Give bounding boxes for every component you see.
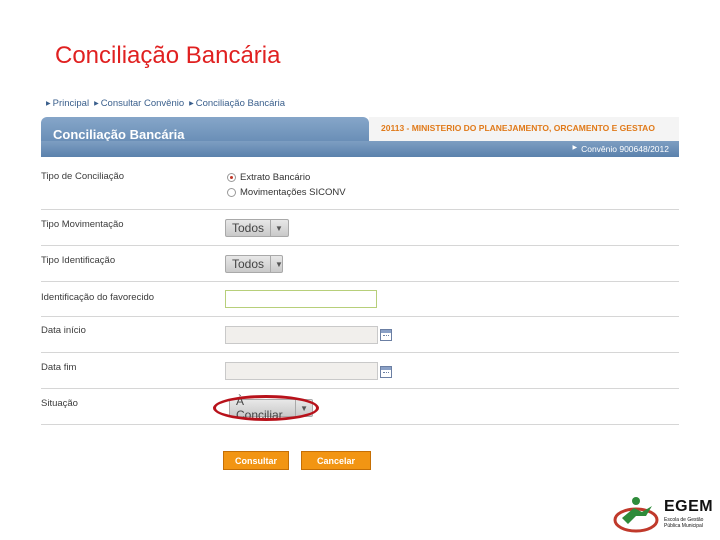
logo-subtitle: Escola de Gestão Pública Municipal [664, 517, 704, 529]
header-bar: ▶ Convênio 900648/2012 [41, 141, 679, 157]
breadcrumb-item-conciliacao[interactable]: ▶ Conciliação Bancária [189, 98, 285, 109]
tipo-movimentacao-select[interactable]: Todos ▼ [225, 219, 289, 237]
panel-title: Conciliação Bancária [53, 127, 185, 142]
panel-header: Conciliação Bancária 20113 - MINISTERIO … [41, 117, 679, 157]
radio-checked-icon[interactable] [227, 173, 236, 182]
data-inicio-input[interactable] [225, 326, 378, 344]
breadcrumb-item-consultar-convenio[interactable]: ▶ Consultar Convênio [94, 98, 184, 109]
situacao-label: Situação [41, 398, 78, 409]
data-fim-input[interactable] [225, 362, 378, 380]
breadcrumb-label: Principal [52, 98, 90, 109]
highlight-ring [213, 395, 319, 421]
slide-title: Conciliação Bancária [55, 42, 281, 69]
egem-logo: EGEM Escola de Gestão Pública Municipal [612, 492, 714, 534]
breadcrumb-item-principal[interactable]: ▶ Principal [46, 98, 89, 109]
radio-unchecked-icon[interactable] [227, 188, 236, 197]
tipo-movimentacao-label: Tipo Movimentação [41, 219, 124, 230]
row-tipo-movimentacao: Tipo Movimentação Todos ▼ [41, 209, 679, 246]
calendar-icon[interactable] [380, 366, 392, 378]
row-tipo-conciliacao: Tipo de Conciliação Extrato Bancário Mov… [41, 166, 679, 210]
egem-emblem-icon [613, 497, 659, 533]
triangle-right-icon: ▶ [572, 145, 578, 151]
triangle-right-icon: ▶ [46, 101, 51, 107]
tipo-conciliacao-label: Tipo de Conciliação [41, 171, 125, 182]
tipo-identificacao-select[interactable]: Todos ▼ [225, 255, 283, 273]
breadcrumb: ▶ Principal ▶ Consultar Convênio ▶ Conci… [46, 98, 285, 109]
consultar-button[interactable]: Consultar [223, 451, 289, 470]
triangle-right-icon: ▶ [94, 101, 99, 107]
select-value: Todos [232, 257, 265, 271]
convenio-label: Convênio 900648/2012 [581, 144, 669, 154]
triangle-right-icon: ▶ [189, 101, 194, 107]
header-ministry-area: 20113 - MINISTERIO DO PLANEJAMENTO, ORCA… [369, 117, 679, 141]
breadcrumb-label: Conciliação Bancária [195, 98, 285, 109]
data-inicio-label: Data início [41, 325, 86, 336]
row-data-fim: Data fim [41, 352, 679, 389]
breadcrumb-label: Consultar Convênio [100, 98, 185, 109]
row-identificacao-favorecido: Identificação do favorecido [41, 281, 679, 317]
identificacao-favorecido-input[interactable] [225, 290, 377, 308]
row-tipo-identificacao: Tipo Identificação Todos ▼ [41, 245, 679, 282]
data-fim-label: Data fim [41, 362, 77, 373]
logo-name: EGEM [664, 498, 714, 515]
identificacao-favorecido-label: Identificação do favorecido [41, 292, 155, 303]
row-situacao: Situação À Conciliar ▼ [41, 388, 679, 425]
chevron-down-icon[interactable]: ▼ [270, 256, 287, 272]
ministry-label: 20113 - MINISTERIO DO PLANEJAMENTO, ORCA… [381, 123, 655, 133]
row-data-inicio: Data início [41, 316, 679, 353]
tipo-conciliacao-radio-group: Extrato Bancário Movimentações SICONV [227, 170, 346, 200]
convenio-link[interactable]: ▶ Convênio 900648/2012 [572, 144, 669, 154]
radio-extrato-bancario[interactable]: Extrato Bancário [227, 170, 346, 185]
tipo-identificacao-label: Tipo Identificação [41, 255, 116, 266]
cancelar-button[interactable]: Cancelar [301, 451, 371, 470]
select-value: Todos [232, 221, 265, 235]
radio-label: Movimentações SICONV [240, 187, 346, 198]
radio-movimentacoes-siconv[interactable]: Movimentações SICONV [227, 185, 346, 200]
chevron-down-icon[interactable]: ▼ [270, 220, 287, 236]
calendar-icon[interactable] [380, 329, 392, 341]
radio-label: Extrato Bancário [240, 172, 311, 183]
